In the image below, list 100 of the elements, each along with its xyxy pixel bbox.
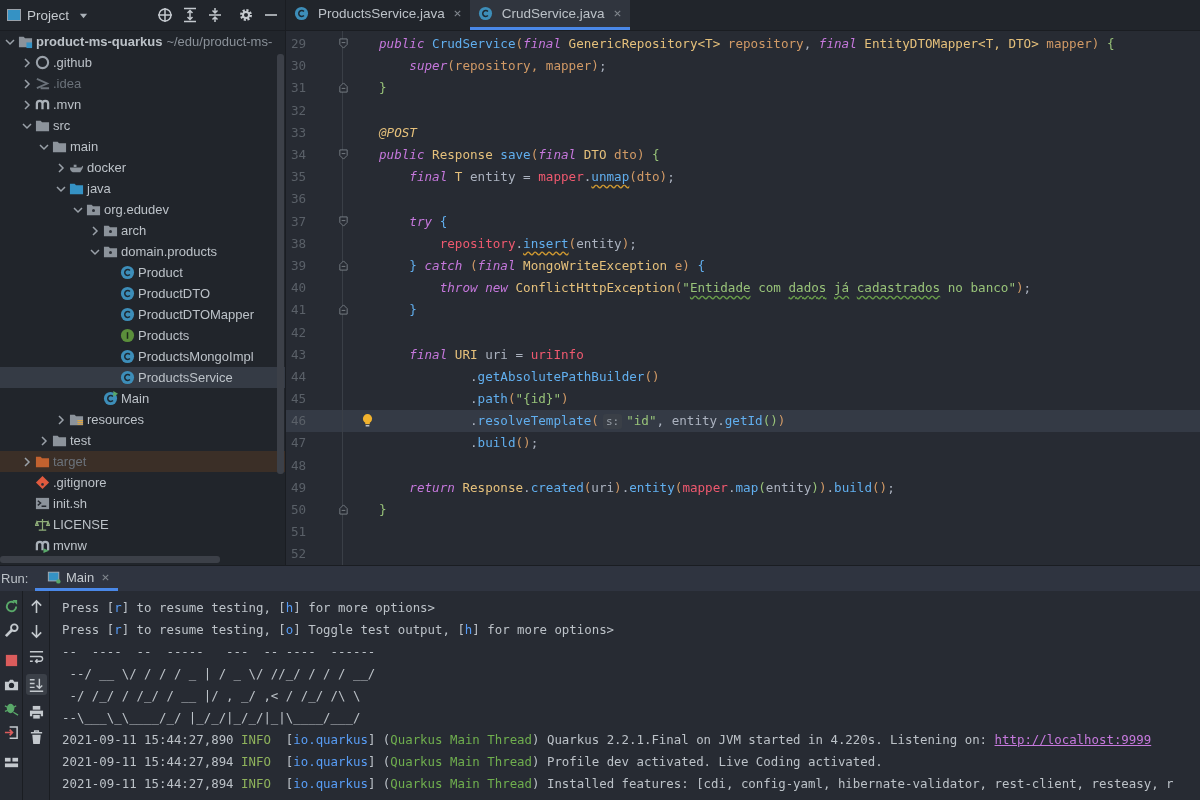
folder-icon	[52, 139, 67, 154]
collapse-all-icon[interactable]	[207, 7, 223, 23]
expand-all-icon[interactable]	[182, 7, 198, 23]
panel-title[interactable]: Project	[27, 7, 70, 23]
exit-icon[interactable]	[3, 725, 19, 740]
tree-item[interactable]: LICENSE	[0, 514, 285, 535]
tree-item[interactable]: src	[0, 115, 285, 136]
settings-icon[interactable]	[238, 7, 254, 23]
tree-item[interactable]: Main	[0, 388, 285, 409]
tree-item[interactable]: .gitignore	[0, 472, 285, 493]
code-line: }	[408, 302, 417, 318]
tree-item[interactable]: java	[0, 178, 285, 199]
console-line: 2021-09-11 15:44:27,890 INFO [io.quarkus] (Quarkus Main Thread) Quarkus 2.2.1.Final on JVM started in 4.220s. Listening on: http://localhost:9999	[62, 731, 1153, 749]
code-line: public Response save(final DTO dto) {	[379, 147, 660, 163]
project-path: ~/edu/product-ms-	[166, 34, 273, 49]
tree-item[interactable]: org.edudev	[0, 199, 285, 220]
chevron-icon[interactable]	[21, 77, 33, 90]
chevron-icon[interactable]	[55, 413, 67, 426]
editor-tab[interactable]: ProductsService.java	[286, 0, 470, 30]
locate-icon[interactable]	[157, 7, 173, 23]
code-line: }	[379, 80, 387, 96]
class-icon	[120, 307, 135, 322]
scrollbar[interactable]	[277, 54, 284, 474]
print-icon[interactable]	[28, 705, 44, 720]
bug-icon[interactable]	[3, 701, 19, 716]
scrollbar[interactable]	[0, 556, 220, 563]
chevron-icon[interactable]	[38, 434, 50, 447]
tree-item[interactable]: .github	[0, 52, 285, 73]
code-line: @POST	[379, 124, 417, 140]
console-line: Press [r] to resume testing, [h] for more options>	[62, 599, 437, 617]
close-icon[interactable]	[612, 8, 622, 18]
trash-icon[interactable]	[28, 730, 44, 745]
main-class-icon	[103, 391, 118, 406]
chevron-icon[interactable]	[89, 224, 101, 237]
scroll-to-end-icon[interactable]	[25, 674, 47, 695]
console-line: --/ __ \/ / / / _ | / _ \/ //_/ / / / __/	[68, 665, 377, 683]
tree-item[interactable]: ProductsService	[0, 367, 285, 388]
run-label: Run:	[0, 571, 30, 586]
lightbulb-icon[interactable]	[361, 413, 373, 429]
code-line: final URI uri = uriInfo	[408, 346, 584, 362]
maven-icon	[35, 97, 50, 112]
code-line: try {	[408, 213, 448, 229]
camera-icon[interactable]	[3, 677, 19, 692]
close-icon[interactable]	[452, 8, 462, 18]
console-icon	[47, 570, 61, 584]
code-line: repository.insert(entity);	[438, 235, 637, 251]
chevron-icon[interactable]	[55, 161, 67, 174]
link[interactable]: http://localhost:9999	[994, 732, 1152, 747]
chevron-icon[interactable]	[21, 98, 33, 111]
tree-item[interactable]: .mvn	[0, 94, 285, 115]
run-tab[interactable]: Main	[35, 566, 119, 591]
code-line: .build();	[469, 435, 539, 451]
tree-item[interactable]: Products	[0, 325, 285, 346]
package-icon	[103, 223, 118, 238]
console-line: --\___\_\____/_/ |_/_/|_/_/|_|\____/___/	[62, 709, 362, 727]
close-icon[interactable]	[101, 572, 111, 582]
wrench-icon[interactable]	[3, 623, 19, 638]
soft-wrap-icon[interactable]	[28, 649, 44, 664]
layout-icon[interactable]	[3, 755, 19, 770]
code-line: final T entity = mapper.unmap(dto);	[408, 169, 675, 185]
license-icon	[35, 517, 50, 532]
chevron-icon[interactable]	[21, 455, 33, 468]
tree-item[interactable]: init.sh	[0, 493, 285, 514]
fold-icon[interactable]	[337, 215, 349, 227]
console-line: 2021-09-11 15:44:27,894 INFO [io.quarkus] (Quarkus Main Thread) Installed features: [cdi, config-yaml, hibernate-validator, rest-client, resteasy, r	[62, 775, 1174, 793]
tree-item[interactable]: Product	[0, 262, 285, 283]
stop-icon[interactable]	[3, 653, 19, 668]
shell-script-icon	[35, 496, 50, 511]
console-line: -/ /_/ / /_/ / __ |/ , _/ ,< / /_/ /\ \	[68, 687, 362, 705]
console-line: 2021-09-11 15:44:27,894 INFO [io.quarkus] (Quarkus Main Thread) Profile dev activated. Live Coding activated.	[62, 753, 884, 771]
package-icon	[103, 244, 118, 259]
tree-item[interactable]: ProductDTO	[0, 283, 285, 304]
github-icon	[35, 55, 50, 70]
module-folder-icon	[18, 34, 33, 49]
code-line: public CrudService(final GenericRepository<T> repository, final EntityDTOMapper<T, DTO> mapper) {	[379, 36, 1115, 52]
fold-icon[interactable]	[337, 149, 349, 161]
tree-item[interactable]: test	[0, 430, 285, 451]
project-window-icon[interactable]	[6, 7, 22, 23]
tree-item[interactable]: ProductsMongoImpl	[0, 346, 285, 367]
tree-item[interactable]: product-ms-quarkus ~/edu/product-ms-	[0, 31, 285, 52]
tree-item[interactable]: mvnw	[0, 535, 285, 556]
tree-item[interactable]: main	[0, 136, 285, 157]
source-folder-icon	[69, 181, 84, 196]
code-line: }	[379, 502, 387, 518]
class-icon	[120, 349, 135, 364]
fold-icon[interactable]	[337, 38, 349, 50]
tree-item[interactable]: domain.products	[0, 241, 285, 262]
tree-item[interactable]: ProductDTOMapper	[0, 304, 285, 325]
code-line: return Response.created(uri).entity(mapper.map(entity)).build();	[408, 479, 895, 495]
tree-item[interactable]: resources	[0, 409, 285, 430]
tree-item[interactable]: docker	[0, 157, 285, 178]
chevron-icon[interactable]	[21, 56, 33, 69]
class-icon	[477, 5, 493, 21]
tree-item[interactable]: arch	[0, 220, 285, 241]
code-line: } catch (final MongoWriteException e) {	[408, 257, 706, 273]
code-line: super(repository, mapper);	[408, 58, 607, 74]
editor-tab[interactable]: CrudService.java	[469, 0, 630, 30]
class-icon	[294, 5, 309, 21]
rerun-icon[interactable]	[3, 599, 19, 614]
code-line: .path("{id}")	[469, 391, 569, 407]
